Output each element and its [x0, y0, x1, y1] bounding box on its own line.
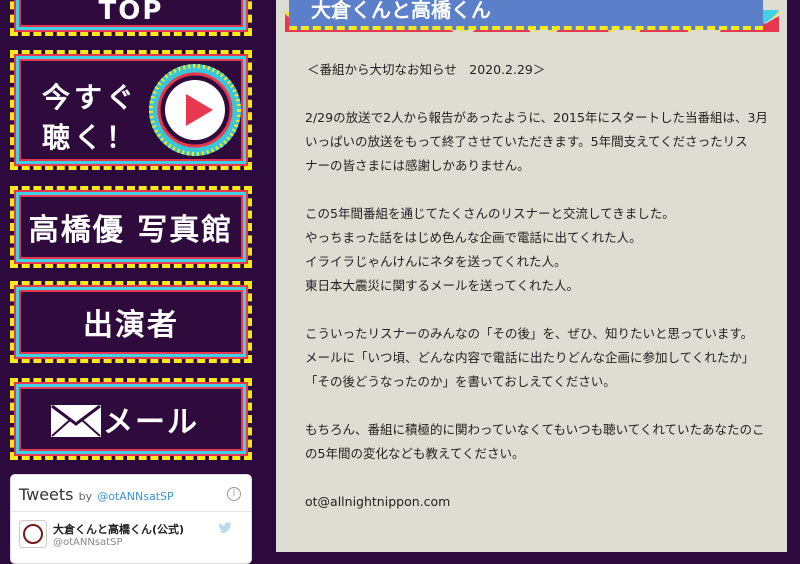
photo-gallery-label: 高橋優 写真館	[28, 213, 234, 248]
info-icon[interactable]: i	[227, 487, 241, 501]
paragraph-line: 東日本大震災に関するメールを送ってくれた人。	[305, 278, 580, 293]
paragraph-line: この5年間番組を通じてたくさんのリスナーと交流してきました。	[305, 206, 675, 221]
tweet-item[interactable]: 大倉くんと高橋くん(公式) @otANNsatSP	[11, 512, 251, 548]
tweet-author-name[interactable]: 大倉くんと高橋くん(公式)	[53, 521, 184, 537]
twitter-timeline-widget[interactable]: Tweets by @otANNsatSP i 大倉くんと高橋くん(公式) @o…	[10, 474, 252, 564]
paragraph-line: こういったリスナーのみんなの「その後」を、ぜひ、知りたいと思っています。	[305, 326, 754, 341]
listen-now-button[interactable]: 今すぐ 聴く！	[10, 50, 252, 170]
paragraph-line: もちろん、番組に積極的に関わっていなくてもいつも聴いてくれていたあなたのこ	[305, 422, 765, 437]
email-address[interactable]: ot@allnightnippon.com	[305, 490, 775, 514]
paragraph-line: いっぱいの放送をもって終了させていただきます。5年間支えてくださったリス	[305, 134, 748, 149]
paragraph-line: ナーの皆さまには感謝しかありません。	[305, 158, 530, 173]
top-menu-button[interactable]: TOP	[10, 0, 252, 36]
mail-label: メール	[103, 405, 199, 440]
banner-title-bar: 大倉くんと高橋くん	[289, 0, 763, 30]
tweet-author-handle[interactable]: @otANNsatSP	[53, 537, 122, 548]
twitter-widget-header: Tweets by @otANNsatSP i	[11, 475, 251, 512]
scrollbar-gutter[interactable]	[787, 0, 800, 552]
paragraph-line: メールに「いつ頃、どんな内容で電話に出たりどんな企画に参加してくれたか」	[305, 350, 755, 365]
paragraph-line: 「その後どうなったのか」を書いておしえてください。	[305, 374, 616, 389]
twitter-bird-icon[interactable]	[217, 522, 233, 534]
paragraph-line: イライラじゃんけんにネタを送ってくれた人。	[305, 254, 567, 269]
paragraph-line: やっちまった話をはじめ色んな企画で電話に出てくれた人。	[305, 230, 642, 245]
paragraph-line: 2/29の放送で2人から報告があったように、2015年にスタートした当番組は、3…	[305, 110, 768, 125]
tweets-title: Tweets	[19, 485, 74, 504]
photo-gallery-button[interactable]: 高橋優 写真館	[10, 186, 252, 268]
article-body: ＜番組から大切なお知らせ 2020.2.29＞ 2/29の放送で2人から報告があ…	[305, 58, 775, 514]
notice-heading: ＜番組から大切なお知らせ 2020.2.29＞	[307, 62, 546, 77]
avatar[interactable]	[19, 520, 47, 548]
play-icon	[149, 64, 241, 156]
tweets-by: by	[78, 490, 93, 503]
banner: 大倉くんと高橋くん	[285, 0, 779, 32]
mail-button[interactable]: メール	[10, 378, 252, 460]
tweets-handle-link[interactable]: @otANNsatSP	[97, 490, 173, 503]
banner-title: 大倉くんと高橋くん	[311, 0, 491, 22]
paragraph-line: の5年間の変化なども教えてください。	[305, 446, 525, 461]
cast-button[interactable]: 出演者	[10, 281, 252, 363]
cast-label: 出演者	[83, 308, 179, 343]
top-menu-label: TOP	[98, 0, 164, 26]
